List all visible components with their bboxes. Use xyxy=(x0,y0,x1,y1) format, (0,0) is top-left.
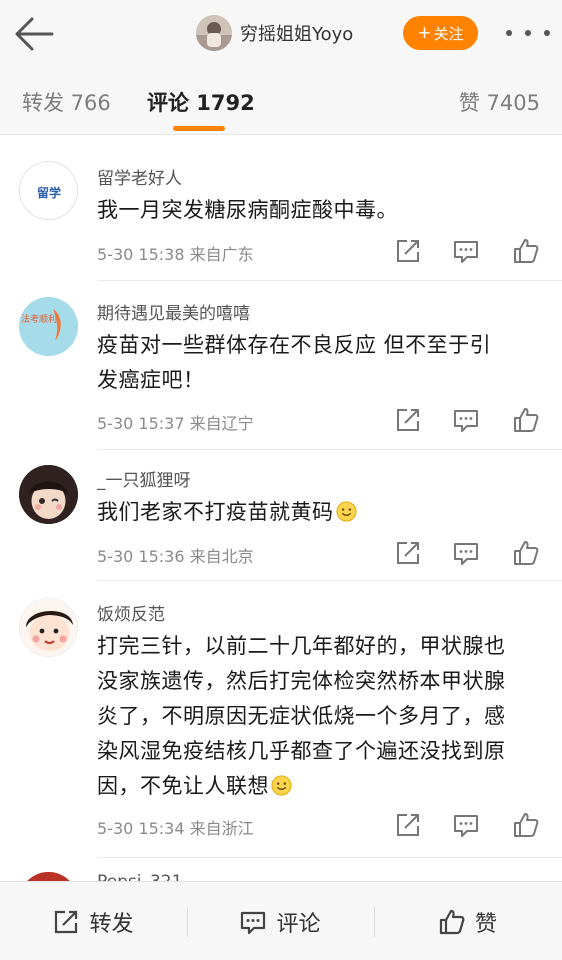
comment-text-line: 炎了，不明原因无症状低烧一个多月了，感 xyxy=(97,704,506,728)
active-tab-indicator xyxy=(173,126,225,131)
avatar[interactable]: 留学 xyxy=(19,161,78,220)
reply-button[interactable] xyxy=(453,812,479,838)
tab-comment[interactable]: 评论 1792 xyxy=(147,87,255,117)
avatar-logo-text: 留学 xyxy=(37,185,61,200)
comment-author[interactable]: Pepsi_321 xyxy=(97,872,182,881)
like-button[interactable] xyxy=(513,540,539,566)
repost-button[interactable] xyxy=(395,540,421,566)
more-dots-icon[interactable] xyxy=(506,22,550,44)
comment-text-content: 我们老家不打疫苗就黄码 xyxy=(97,500,334,524)
top-nav-bar: 穷摇姐姐Yoyo + 关注 xyxy=(0,0,562,67)
comment-text-line: 打完三针，以前二十几年都好的，甲状腺也 xyxy=(97,634,506,658)
back-button[interactable] xyxy=(12,14,56,54)
comment-text: 我们老家不打疫苗就黄码 xyxy=(97,495,547,530)
bottom-action-bar: 转发 评论 赞 xyxy=(0,881,562,960)
divider xyxy=(97,449,562,450)
avatar-text: 法考顺利 xyxy=(21,313,57,325)
comment-meta: 5-30 15:36 来自北京 xyxy=(97,547,254,566)
thumbs-up-icon xyxy=(514,541,539,565)
comment-meta: 5-30 15:38 来自广东 xyxy=(97,245,254,264)
follow-button[interactable]: + 关注 xyxy=(403,16,478,50)
divider xyxy=(97,580,562,581)
thumbs-up-icon xyxy=(514,239,539,263)
thumbs-up-icon xyxy=(514,813,539,837)
like-label: 赞 xyxy=(474,911,497,937)
comment-button[interactable]: 评论 xyxy=(187,882,374,960)
reply-button[interactable] xyxy=(453,540,479,566)
comment-author[interactable]: 留学老好人 xyxy=(97,164,182,189)
forward-button[interactable]: 转发 xyxy=(0,882,187,960)
comment-text: 打完三针，以前二十几年都好的，甲状腺也 没家族遗传，然后打完体检突然桥本甲状腺 … xyxy=(97,629,547,804)
comment-text-line: 染风湿免疫结核几乎都查了个遍还没找到原 xyxy=(97,739,506,763)
share-icon xyxy=(397,409,419,431)
comment-text: 我一月突发糖尿病酮症酸中毒。 xyxy=(97,198,398,222)
avatar[interactable] xyxy=(19,872,78,881)
like-button[interactable] xyxy=(513,238,539,264)
avatar[interactable]: 法考顺利 xyxy=(19,297,78,356)
avatar[interactable] xyxy=(196,15,232,51)
smile-emoji-icon xyxy=(271,775,292,796)
comment-actions xyxy=(395,238,545,264)
share-icon xyxy=(55,910,78,933)
comment-text-line: 发癌症吧！ xyxy=(97,368,205,392)
avatar[interactable] xyxy=(19,465,78,524)
comment-meta: 5-30 15:34 来自浙江 xyxy=(97,819,254,838)
comment-text-line: 因，不免让人联想 xyxy=(97,769,547,804)
comment-actions xyxy=(395,407,545,433)
tab-bar: 转发 766 评论 1792 赞 7405 xyxy=(0,67,562,135)
share-icon xyxy=(397,814,419,836)
comment-text-line: 没家族遗传，然后打完体检突然桥本甲状腺 xyxy=(97,669,506,693)
tab-like[interactable]: 赞 7405 xyxy=(459,87,540,117)
comment-author[interactable]: _一只狐狸呀 xyxy=(97,466,191,491)
comment-icon xyxy=(454,410,478,432)
reply-button[interactable] xyxy=(453,238,479,264)
like-button[interactable] xyxy=(513,407,539,433)
reply-button[interactable] xyxy=(453,407,479,433)
comment-text: 疫苗对一些群体存在不良反应 但不至于引 发癌症吧！ xyxy=(97,328,547,398)
thumbs-up-icon xyxy=(439,909,465,934)
repost-button[interactable] xyxy=(395,812,421,838)
avatar[interactable] xyxy=(19,598,78,657)
comment-icon xyxy=(241,911,266,934)
comment-actions xyxy=(395,540,545,566)
comment-icon xyxy=(454,241,478,263)
comment-icon xyxy=(454,543,478,565)
comment-author[interactable]: 期待遇见最美的嘻嘻 xyxy=(97,299,250,324)
comment-meta: 5-30 15:37 来自辽宁 xyxy=(97,414,254,433)
divider xyxy=(97,857,562,858)
repost-button[interactable] xyxy=(395,407,421,433)
share-icon xyxy=(397,240,419,262)
comment-text-line: 疫苗对一些群体存在不良反应 但不至于引 xyxy=(97,333,492,357)
comment-icon xyxy=(454,815,478,837)
forward-label: 转发 xyxy=(89,911,134,937)
profile-header[interactable]: 穷摇姐姐Yoyo xyxy=(196,15,353,51)
share-icon xyxy=(397,542,419,564)
plus-icon: + xyxy=(417,23,432,43)
comment-actions xyxy=(395,812,545,838)
comment-author[interactable]: 饭烦反范 xyxy=(97,600,165,625)
profile-name[interactable]: 穷摇姐姐Yoyo xyxy=(240,20,353,46)
arrow-left-icon xyxy=(15,17,54,51)
tab-forward[interactable]: 转发 766 xyxy=(22,87,111,117)
repost-button[interactable] xyxy=(395,238,421,264)
comment-label: 评论 xyxy=(276,911,321,937)
like-button[interactable] xyxy=(513,812,539,838)
comment-list[interactable]: 留学 留学老好人 我一月突发糖尿病酮症酸中毒。 5-30 15:38 来自广东 … xyxy=(0,140,562,881)
smile-emoji-icon xyxy=(335,501,357,522)
thumbs-up-icon xyxy=(514,408,539,432)
divider xyxy=(97,280,562,281)
like-button[interactable]: 赞 xyxy=(374,882,562,960)
follow-label: 关注 xyxy=(433,24,464,43)
